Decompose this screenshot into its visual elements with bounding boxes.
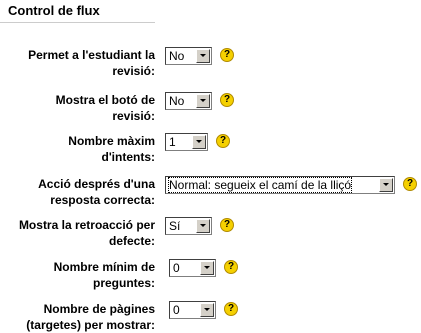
field-label: Nombre de pàgines (targetes) per mostrar… (26, 302, 155, 332)
field-label: Permet a l'estudiant la revisió: (28, 48, 155, 78)
show-review-button-select[interactable]: No (165, 92, 212, 110)
chevron-down-icon[interactable] (196, 94, 210, 108)
help-icon[interactable]: ? (220, 93, 234, 107)
field-label: Mostra la retroacció per defecte: (18, 218, 155, 248)
field-label: Nombre màxim d'intents: (68, 134, 155, 164)
default-feedback-select[interactable]: Sí (165, 217, 212, 235)
help-icon[interactable]: ? (224, 260, 238, 274)
chevron-down-icon[interactable] (200, 261, 214, 275)
help-icon[interactable]: ? (403, 177, 417, 191)
field-label: Nombre mínim de preguntes: (53, 260, 155, 290)
field-label: Acció després d'una resposta correcta: (38, 177, 155, 207)
min-questions-select[interactable]: 0 (169, 259, 216, 277)
section-title: Control de flux (8, 3, 100, 18)
help-icon[interactable]: ? (220, 48, 234, 62)
section-header: Control de flux (0, 0, 155, 23)
chevron-down-icon[interactable] (379, 178, 393, 192)
allow-review-select[interactable]: No (165, 47, 212, 65)
chevron-down-icon[interactable] (200, 303, 214, 317)
chevron-down-icon[interactable] (196, 219, 210, 233)
help-icon[interactable]: ? (220, 218, 234, 232)
pages-to-show-select[interactable]: 0 (169, 301, 216, 319)
chevron-down-icon[interactable] (192, 135, 206, 149)
correct-answer-action-select[interactable]: Normal: segueix el camí de la lliçó (165, 176, 395, 194)
chevron-down-icon[interactable] (196, 49, 210, 63)
help-icon[interactable]: ? (216, 134, 230, 148)
max-attempts-select[interactable]: 1 (165, 133, 208, 151)
field-label: Mostra el botó de revisió: (55, 93, 155, 123)
help-icon[interactable]: ? (224, 302, 238, 316)
